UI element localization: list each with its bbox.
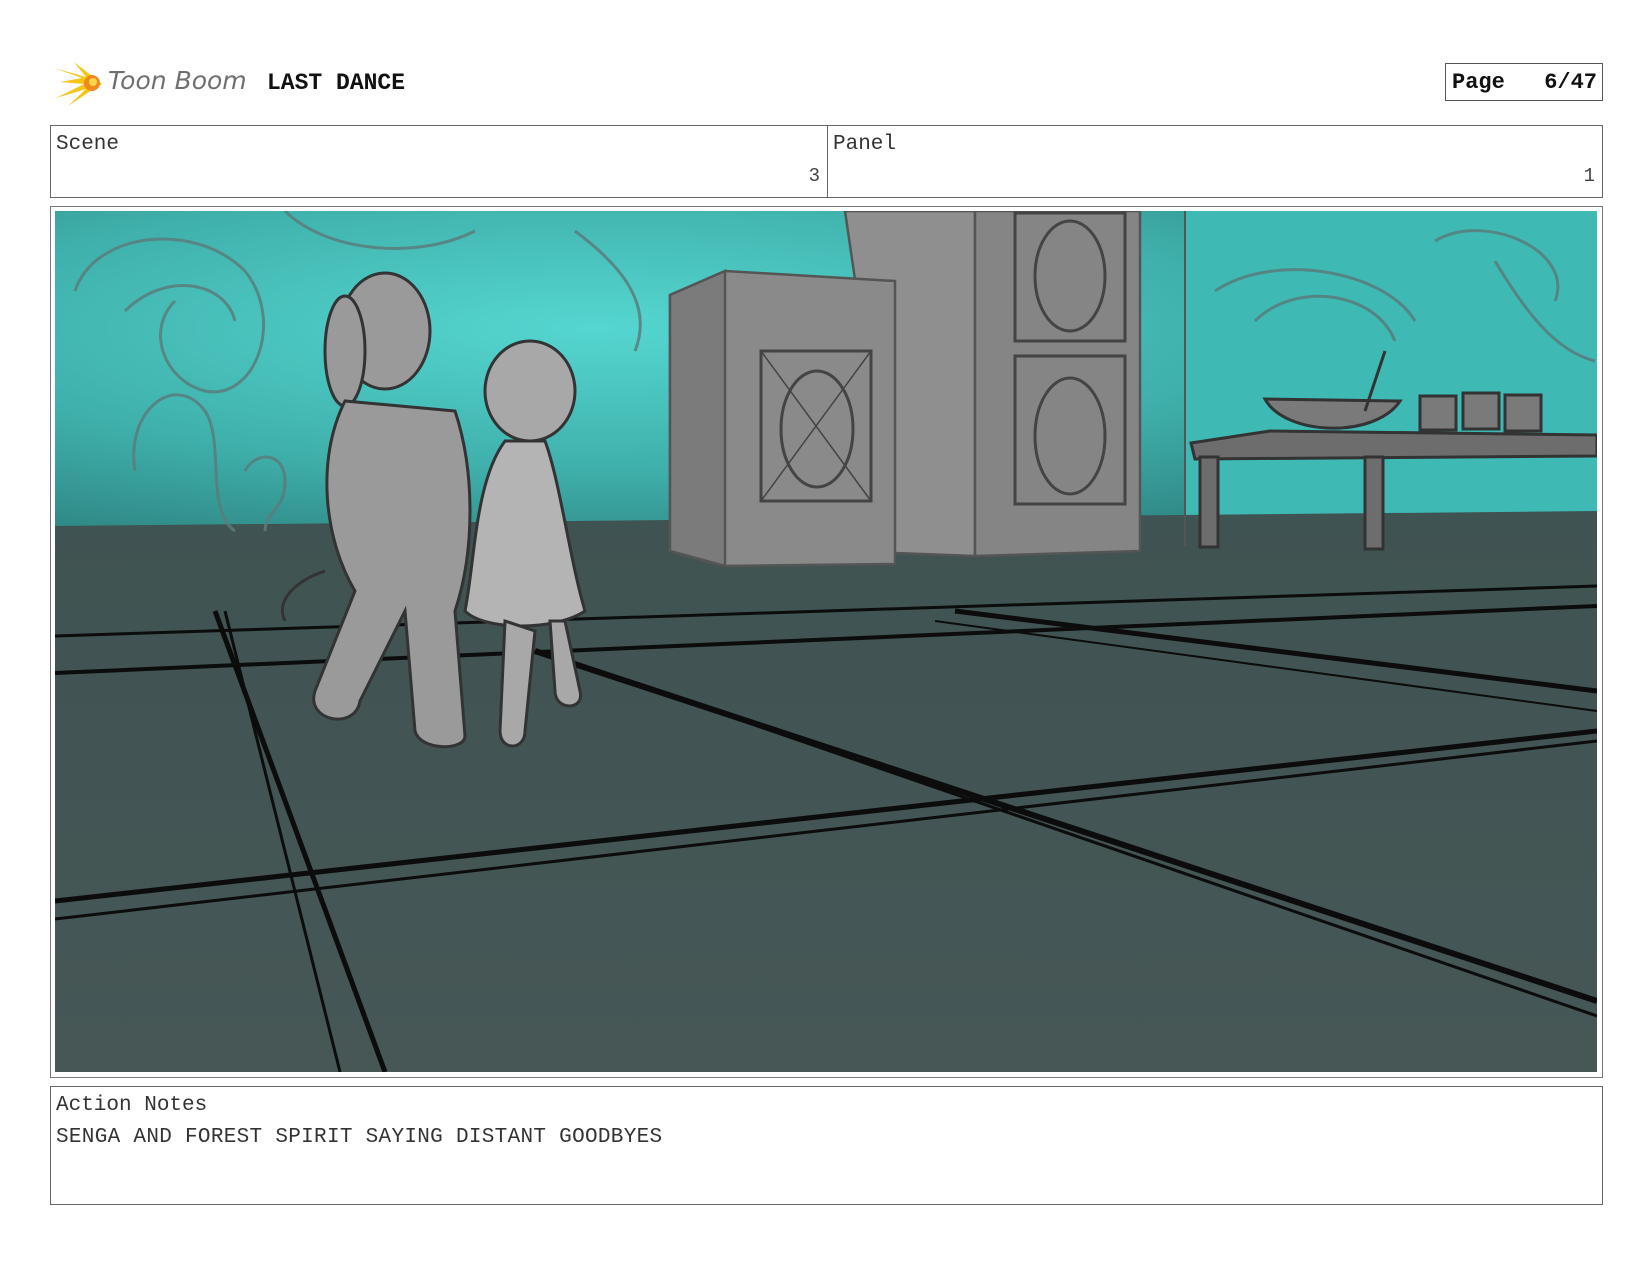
action-notes-text: SENGA AND FOREST SPIRIT SAYING DISTANT G… bbox=[56, 1126, 663, 1149]
page-label: Page bbox=[1452, 70, 1505, 95]
panel-label: Panel bbox=[833, 133, 897, 156]
action-notes-label: Action Notes bbox=[56, 1094, 208, 1117]
page-indicator: Page 6/47 bbox=[1445, 63, 1603, 101]
scene-cell: Scene 3 bbox=[51, 126, 828, 197]
logo-wordmark: Toon Boom bbox=[108, 66, 247, 95]
page-number: 6/47 bbox=[1544, 70, 1597, 95]
panel-artwork bbox=[55, 211, 1598, 1073]
toon-boom-logo: Toon Boom bbox=[52, 58, 247, 108]
project-title: LAST DANCE bbox=[267, 70, 406, 96]
action-notes-box: Action Notes SENGA AND FOREST SPIRIT SAY… bbox=[50, 1086, 1603, 1205]
scene-panel-row: Scene 3 Panel 1 bbox=[50, 125, 1603, 198]
storyboard-header: Toon Boom LAST DANCE Page 6/47 bbox=[50, 56, 1603, 108]
dance-scene-sketch bbox=[55, 211, 1597, 1072]
storyboard-frame bbox=[50, 206, 1603, 1078]
scene-number: 3 bbox=[808, 165, 820, 187]
panel-cell: Panel 1 bbox=[828, 126, 1602, 197]
scene-label: Scene bbox=[56, 133, 120, 156]
panel-number: 1 bbox=[1583, 165, 1595, 187]
starburst-icon bbox=[54, 62, 102, 106]
